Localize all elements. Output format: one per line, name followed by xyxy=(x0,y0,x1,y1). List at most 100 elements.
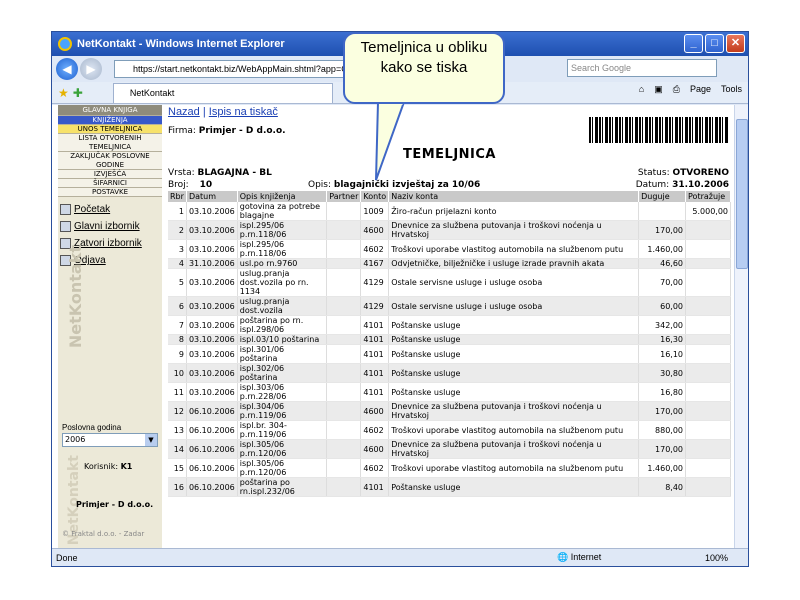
table-row[interactable]: 15 06.10.2006 ispl.305/06 p.rn.120/06 4602 T… xyxy=(168,458,731,478)
zoom-level[interactable]: 100% xyxy=(705,553,728,563)
back-button[interactable]: ◀ xyxy=(56,58,78,80)
callout-pointer xyxy=(375,102,406,181)
table-row[interactable]: 16 06.10.2006 poštarina po rn.ispl.232/06 4… xyxy=(168,477,731,497)
table-cell: poštarina po rn. ispl.298/06 xyxy=(237,315,328,335)
table-cell: ispl.301/06 poštarina xyxy=(237,344,328,364)
table-cell: 03.10.2006 xyxy=(186,202,238,221)
table-cell: 4600 xyxy=(360,401,390,421)
table-cell: ispl.303/06 p.rn.228/06 xyxy=(237,382,328,402)
table-row[interactable]: 12 06.10.2006 ispl.304/06 p.rn.119/06 4600 D… xyxy=(168,401,731,421)
close-button[interactable]: ✕ xyxy=(726,34,745,53)
meta-row-2: Broj: 10 Opis: blagajnički izvještaj za … xyxy=(168,180,731,190)
journal-table: Rbr Datum Opis knjiženja Partner Konto Naziv … xyxy=(168,191,731,497)
sidebar-link[interactable]: Početak xyxy=(60,201,162,218)
table-row[interactable]: 13 06.10.2006 ispl.br. 304-p.rn.119/06 4602… xyxy=(168,420,731,440)
table-row[interactable]: 9 03.10.2006 ispl.301/06 poštarina 4101 Pošt… xyxy=(168,344,731,364)
table-cell: Troškovi uporabe vlastitog automobila na… xyxy=(388,420,640,440)
meta-row-1: Vrsta: BLAGAJNA - BL Status: OTVORENO xyxy=(168,168,731,178)
table-cell: 4101 xyxy=(360,382,390,402)
table-cell: 170,00 xyxy=(638,220,687,240)
favorites-star-icon[interactable]: ★ xyxy=(58,86,69,100)
search-input[interactable]: Search Google xyxy=(567,59,717,77)
table-header: Rbr Datum Opis knjiženja Partner Konto Naziv … xyxy=(168,191,731,202)
document-title: TEMELJNICA xyxy=(402,147,496,162)
table-cell: Poštanske usluge xyxy=(388,477,640,497)
table-cell: 03.10.2006 xyxy=(186,334,238,345)
table-cell: 4167 xyxy=(360,258,390,269)
table-row[interactable]: 10 03.10.2006 ispl.302/06 poštarina 4101 Poš… xyxy=(168,363,731,383)
maximize-button[interactable]: □ xyxy=(705,34,724,53)
chevron-down-icon[interactable]: ▼ xyxy=(145,434,157,446)
sidebar-menu-item[interactable]: UNOS TEMELJNICA xyxy=(58,125,162,134)
table-row[interactable]: 11 03.10.2006 ispl.303/06 p.rn.228/06 4101 P… xyxy=(168,382,731,402)
table-cell: 4101 xyxy=(360,344,390,364)
table-cell: ispl.305/06 p.rn.120/06 xyxy=(237,439,328,459)
table-cell xyxy=(685,477,731,497)
sidebar-menu-item[interactable]: GLAVNA KNJIGA xyxy=(58,105,162,116)
sidebar-menu-item[interactable]: ŠIFARNICI xyxy=(58,179,162,188)
table-row[interactable]: 14 06.10.2006 ispl.305/06 p.rn.120/06 4600 D… xyxy=(168,439,731,459)
scrollbar-thumb[interactable] xyxy=(736,119,748,269)
table-cell: 2 xyxy=(168,220,187,240)
sidebar-menu-item[interactable]: POSTAVKE xyxy=(58,188,162,197)
sidebar-link[interactable]: Glavni izbornik xyxy=(60,218,162,235)
table-cell: ispl.br. 304-p.rn.119/06 xyxy=(237,420,328,440)
window-title: NetKontakt - Windows Internet Explorer xyxy=(77,38,285,50)
print-link[interactable]: Ispis na tiskač xyxy=(209,106,278,118)
print-icon[interactable]: ⎙ xyxy=(673,84,680,95)
table-row[interactable]: 3 03.10.2006 ispl.295/06 p.rn.118/06 4602 Tr… xyxy=(168,239,731,259)
browser-tab[interactable]: NetKontakt xyxy=(112,82,333,103)
table-cell: 4101 xyxy=(360,315,390,335)
opis-label: Opis: xyxy=(308,180,332,190)
year-select[interactable]: 2006 ▼ xyxy=(62,433,158,447)
tools-menu[interactable]: Tools xyxy=(721,84,742,95)
feeds-icon[interactable]: ▣ xyxy=(654,84,663,95)
sidebar-menu-item[interactable]: KNJIŽENJA xyxy=(58,116,162,125)
table-row[interactable]: 7 03.10.2006 poštarina po rn. ispl.298/06 4… xyxy=(168,315,731,335)
sidebar-menu-item[interactable]: IZVJEŠĆA xyxy=(58,170,162,179)
table-cell: 4600 xyxy=(360,220,390,240)
table-cell: 342,00 xyxy=(638,315,687,335)
table-cell: Ostale servisne usluge i usluge osoba xyxy=(388,296,640,316)
table-cell: 7 xyxy=(168,315,187,335)
table-cell: ispl.302/06 poštarina xyxy=(237,363,328,383)
table-cell: 4600 xyxy=(360,439,390,459)
table-row[interactable]: 1 03.10.2006 gotovina za potrebe blagajne 1… xyxy=(168,202,731,221)
table-cell xyxy=(685,420,731,440)
table-row[interactable]: 4 31.10.2006 usl.po rn.9760 4167 Odvjetničke… xyxy=(168,258,731,269)
table-body: 1 03.10.2006 gotovina za potrebe blagajne 1… xyxy=(168,202,731,497)
sidebar-menu-item[interactable]: LISTA OTVORENIH TEMELJNICA xyxy=(58,134,162,152)
table-row[interactable]: 2 03.10.2006 ispl.295/06 p.rn.118/06 4600 Dn… xyxy=(168,220,731,240)
table-row[interactable]: 5 03.10.2006 uslug.pranja dost.vozila po r… xyxy=(168,268,731,297)
table-cell: 1009 xyxy=(360,202,390,221)
firma-value: Primjer - D d.o.o. xyxy=(198,126,286,136)
table-cell: gotovina za potrebe blagajne xyxy=(237,202,328,221)
table-cell: 4101 xyxy=(360,477,390,497)
page-menu[interactable]: Page xyxy=(690,84,711,95)
table-cell: 9 xyxy=(168,344,187,364)
table-cell: 16,80 xyxy=(638,382,687,402)
table-cell xyxy=(326,420,362,440)
add-favorite-icon[interactable]: ✚ xyxy=(73,86,83,100)
status-bar: Done 🌐 Internet 100% xyxy=(52,548,748,566)
vrsta-label: Vrsta: xyxy=(168,168,195,178)
table-cell: 03.10.2006 xyxy=(186,296,238,316)
table-cell xyxy=(326,220,362,240)
table-cell: Troškovi uporabe vlastitog automobila na… xyxy=(388,458,640,478)
broj-label: Broj: xyxy=(168,180,189,190)
back-link[interactable]: Nazad xyxy=(168,106,200,118)
table-cell xyxy=(326,344,362,364)
table-cell: Dnevnice za službena putovanja i troškov… xyxy=(388,401,640,421)
vertical-scrollbar[interactable] xyxy=(734,105,748,548)
status-value: OTVORENO xyxy=(672,168,729,178)
watermark-logo: NetKontakt xyxy=(66,245,85,349)
table-row[interactable]: 6 03.10.2006 uslug.pranja dost.vozila 4129 O… xyxy=(168,296,731,316)
table-cell: uslug.pranja dost.vozila po rn. 1134 xyxy=(237,268,328,297)
table-cell: 06.10.2006 xyxy=(186,477,238,497)
forward-button[interactable]: ▶ xyxy=(80,58,102,80)
table-row[interactable]: 8 03.10.2006 ispl.03/10 poštarina 4101 Pošta… xyxy=(168,334,731,345)
table-cell xyxy=(326,477,362,497)
sidebar-menu-item[interactable]: ZAKLJUČAK POSLOVNE GODINE xyxy=(58,152,162,170)
minimize-button[interactable]: _ xyxy=(684,34,703,53)
home-icon[interactable]: ⌂ xyxy=(639,84,644,95)
